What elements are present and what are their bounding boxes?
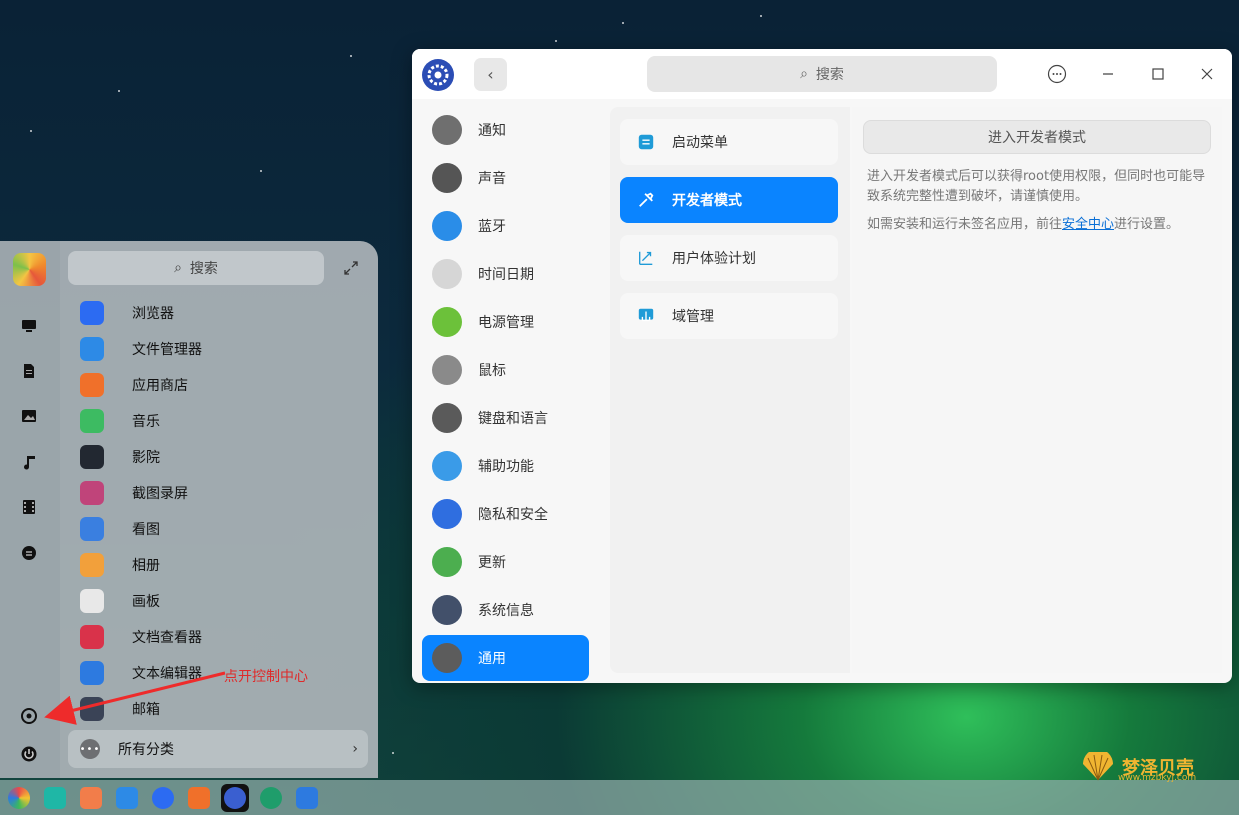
clock-icon [432,259,462,289]
update-icon [432,547,462,577]
security-center-link[interactable]: 安全中心 [1062,217,1114,232]
mouse-icon [432,355,462,385]
nav-label: 蓝牙 [478,219,506,235]
nav-item[interactable]: 鼠标 [422,347,589,393]
nav-label: 声音 [478,171,506,187]
notification-icon [432,115,462,145]
nav-item[interactable]: 通知 [422,107,589,153]
developer-tools-icon [636,190,656,210]
nav-label: 鼠标 [478,363,506,379]
system-info-icon [432,595,462,625]
back-button[interactable]: ‹ [474,58,507,91]
minimize-icon [1103,73,1113,75]
settings-nav: 通知声音蓝牙时间日期电源管理鼠标键盘和语言辅助功能隐私和安全更新系统信息通用 [422,107,602,683]
multitask-view-icon[interactable] [41,784,69,812]
battery-icon [432,307,462,337]
nav-label: 键盘和语言 [478,411,548,427]
titlebar: ‹ ⌕ 搜索 [412,49,1232,99]
settings-search-input[interactable]: ⌕ 搜索 [647,56,997,92]
nav-label: 辅助功能 [478,459,534,475]
search-icon: ⌕ [800,66,808,82]
accessibility-icon [432,451,462,481]
control-center-task-icon[interactable] [221,783,249,812]
maximize-button[interactable] [1145,61,1171,87]
nav-label: 时间日期 [478,267,534,283]
shell-logo-icon [1083,752,1113,781]
submenu-item[interactable]: 启动菜单 [620,119,838,165]
control-center-logo-icon [422,59,454,91]
nav-label: 通知 [478,123,506,139]
workspace-icon[interactable] [77,784,105,812]
domain-management-icon [636,306,656,326]
boot-menu-icon [636,132,656,152]
more-menu-icon [1047,64,1067,84]
submenu-label: 开发者模式 [672,193,742,209]
nav-item[interactable]: 辅助功能 [422,443,589,489]
enter-developer-mode-button[interactable]: 进入开发者模式 [863,120,1211,154]
nav-label: 电源管理 [478,315,534,331]
developer-mode-description: 进入开发者模式后可以获得root使用权限，但同时也可能导致系统完整性遭到破坏，请… [867,169,1206,204]
submenu-label: 用户体验计划 [672,251,756,267]
sound-icon [432,163,462,193]
launcher-icon[interactable] [5,784,33,812]
nav-item[interactable]: 键盘和语言 [422,395,589,441]
nav-item[interactable]: 隐私和安全 [422,491,589,537]
watermark-url: www.mzbkyj.com [1118,773,1197,783]
nav-label: 系统信息 [478,603,534,619]
taskbar [0,780,1239,815]
submenu-item[interactable]: 用户体验计划 [620,235,838,281]
chevron-left-icon: ‹ [487,65,494,84]
browser-task-icon[interactable] [149,784,177,812]
bluetooth-icon [432,211,462,241]
nav-item[interactable]: 通用 [422,635,589,681]
submenu-label: 域管理 [672,309,714,325]
nav-item[interactable]: 电源管理 [422,299,589,345]
file-manager-task-icon[interactable] [113,784,141,812]
nav-item[interactable]: 系统信息 [422,587,589,633]
submenu-item[interactable]: 域管理 [620,293,838,339]
maximize-icon [1152,68,1164,80]
submenu-label: 启动菜单 [672,135,728,151]
nav-label: 隐私和安全 [478,507,548,523]
experience-plan-icon [636,248,656,268]
keyboard-icon [432,403,462,433]
close-button[interactable] [1194,61,1220,87]
submenu-item[interactable]: 开发者模式 [620,177,838,223]
nav-item[interactable]: 更新 [422,539,589,585]
control-center-window: ‹ ⌕ 搜索 通知声音蓝牙时间日期电源管理鼠标键盘和语言辅助功能隐私和安全更新系… [412,49,1232,683]
menu-button[interactable] [1044,61,1070,87]
nav-item[interactable]: 蓝牙 [422,203,589,249]
general-submenu: 启动菜单开发者模式用户体验计划 域管理 [610,107,850,673]
app-store-task-icon[interactable] [185,784,213,812]
annotation-open-control-center: 点开控制中心 [224,669,308,685]
text-editor-task-icon[interactable] [293,784,321,812]
general-gear-icon [432,643,462,673]
nav-item[interactable]: 时间日期 [422,251,589,297]
close-icon [1201,68,1213,80]
network-task-icon[interactable] [257,784,285,812]
nav-item[interactable]: 声音 [422,155,589,201]
privacy-shield-icon [432,499,462,529]
security-center-note: 如需安装和运行未签名应用，前往安全中心进行设置。 [867,217,1180,232]
developer-mode-panel: 进入开发者模式 进入开发者模式后可以获得root使用权限，但同时也可能导致系统完… [852,107,1222,673]
nav-label: 更新 [478,555,506,571]
minimize-button[interactable] [1095,61,1121,87]
nav-label: 通用 [478,651,506,667]
